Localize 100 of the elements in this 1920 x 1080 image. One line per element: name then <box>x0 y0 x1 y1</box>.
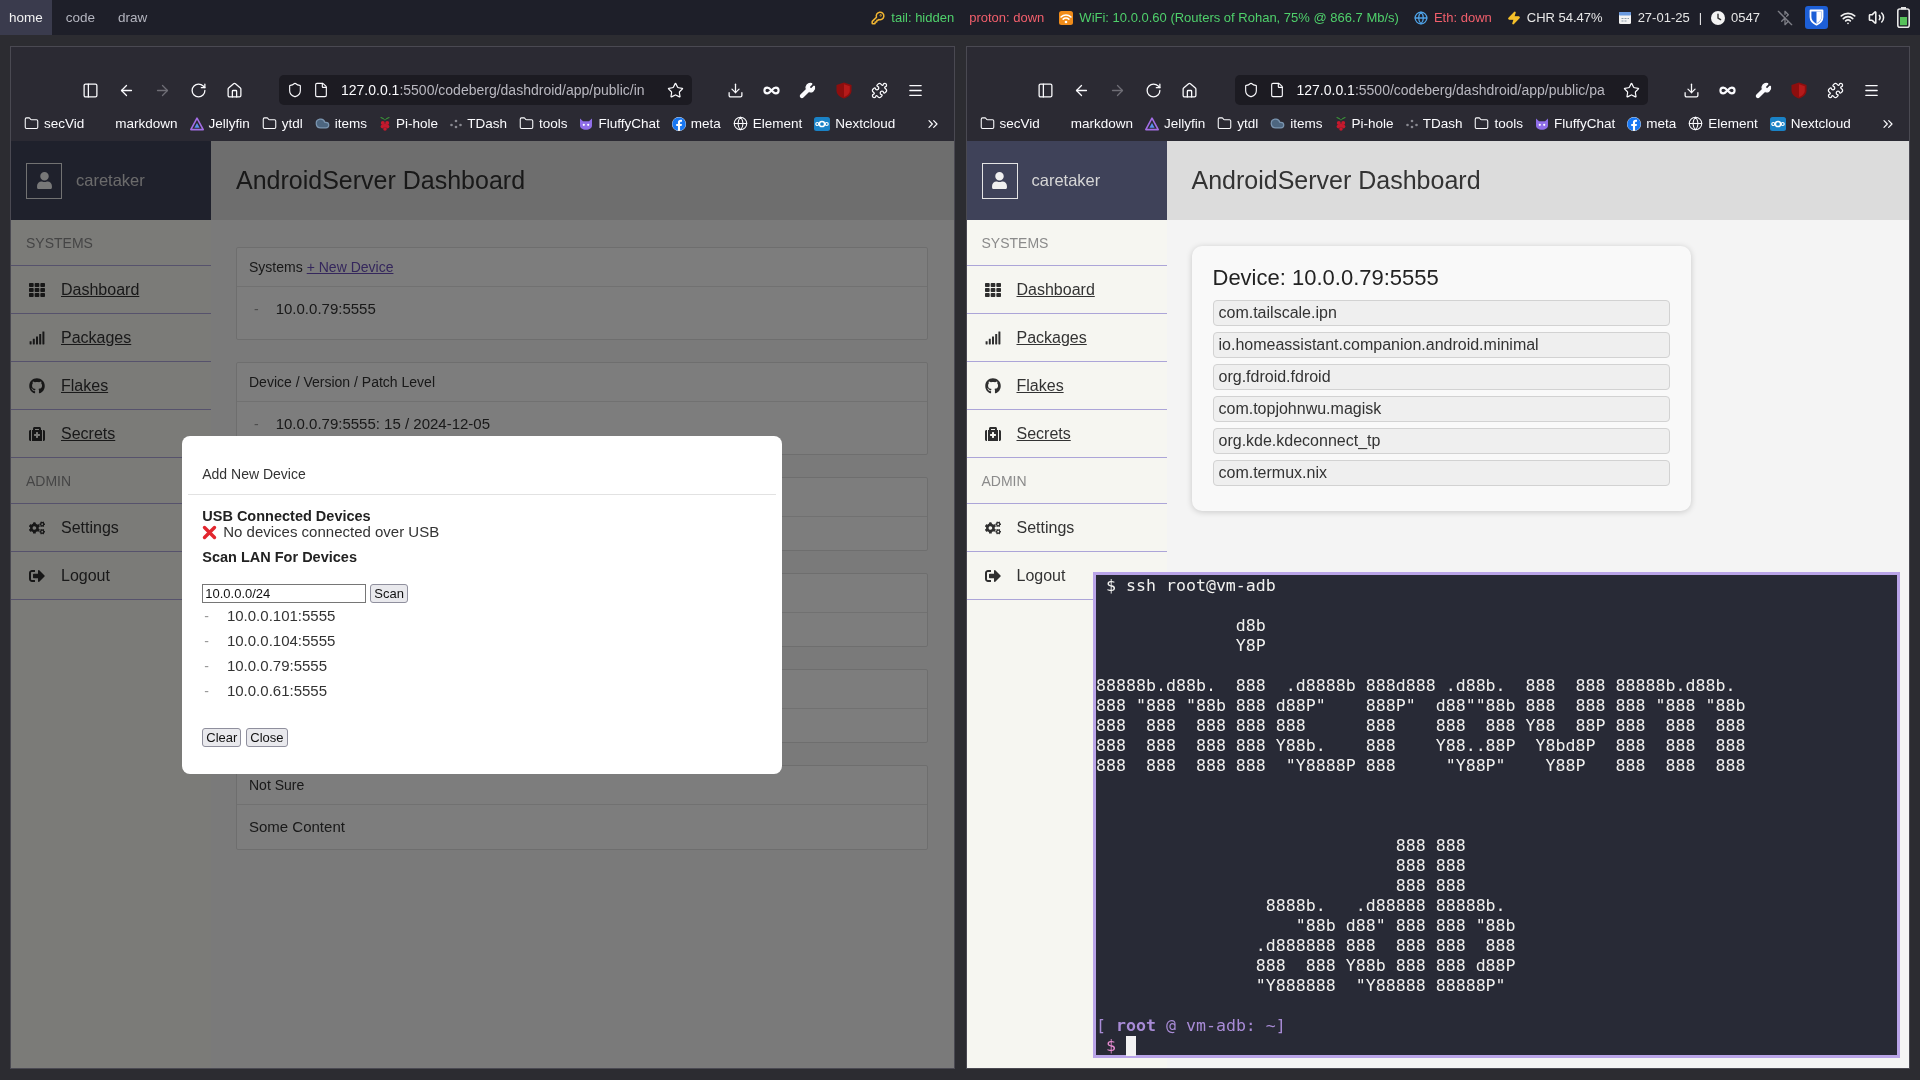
sidebar-link[interactable]: Flakes <box>983 376 1064 395</box>
sidebar-link[interactable]: Settings <box>28 518 119 537</box>
card-title: Not Sure <box>249 777 305 793</box>
ip-range-field[interactable]: 10.0.0.0/24 <box>202 584 367 603</box>
bookmark-link[interactable]: tools <box>1474 116 1523 131</box>
cross-mark-icon <box>202 524 218 540</box>
user-name: caretaker <box>76 171 145 190</box>
bookmark-link[interactable]: ytdl <box>261 116 303 131</box>
page-title: AndroidServer Dashboard <box>236 166 526 195</box>
list-bullet: - <box>204 607 209 624</box>
dots-icon <box>450 118 463 129</box>
signal-bars-icon <box>984 329 1001 346</box>
address-bar[interactable]: 127.0.0.1:5500/codeberg/dashdroid/app/public/in <box>279 75 692 105</box>
user-name: caretaker <box>1031 171 1101 190</box>
home-icon[interactable] <box>225 81 243 99</box>
sidebar-link[interactable]: Dashboard <box>28 280 140 299</box>
page-icon <box>1268 82 1285 98</box>
dialog-button[interactable]: Clear <box>202 728 242 747</box>
reload-icon[interactable] <box>189 81 207 99</box>
bookmark-link[interactable]: Nextcloud <box>814 116 896 131</box>
list-item-text: 10.0.0.79:5555 <box>275 299 376 319</box>
workspace-tab[interactable]: draw <box>109 0 157 35</box>
wrench-icon[interactable] <box>799 81 816 99</box>
bookmark-link[interactable]: markdown <box>96 116 178 131</box>
bookmark-link[interactable]: markdown <box>1051 116 1134 131</box>
bookmark-link[interactable]: meta <box>671 116 721 131</box>
rings-logo-icon <box>814 116 831 131</box>
facebook-icon <box>671 116 686 131</box>
bookmark-link[interactable]: secVid <box>24 116 85 131</box>
shield-icon <box>1242 82 1259 98</box>
list-bullet: - <box>204 632 209 649</box>
sidebar-link[interactable]: Dashboard <box>983 280 1095 299</box>
download-icon[interactable] <box>1682 81 1700 99</box>
status-text: 0547 <box>1731 10 1760 25</box>
key-icon <box>871 10 886 25</box>
ip-address-text: 10.0.0.104:5555 <box>226 632 336 649</box>
star-icon[interactable] <box>667 81 684 99</box>
list-item-text: 10.0.0.79:5555: 15 / 2024-12-05 <box>275 414 490 434</box>
sidebar-link[interactable]: Logout <box>983 566 1066 585</box>
folder-icon <box>261 116 277 131</box>
folder-icon <box>24 116 39 131</box>
workspace-tab[interactable]: code <box>56 0 105 35</box>
shield-badge-icon[interactable] <box>1805 6 1828 29</box>
sidebar-link[interactable]: Packages <box>983 328 1087 347</box>
bookmark-link[interactable]: Jellyfin <box>1145 116 1206 131</box>
url-text: 127.0.0.1:5500/codeberg/dashdroid/app/public/in <box>341 82 645 98</box>
sidebar-link[interactable]: Secrets <box>983 424 1071 443</box>
facebook-icon <box>1627 116 1642 131</box>
bookmark-link[interactable]: items <box>1270 116 1323 131</box>
wrench-icon[interactable] <box>1754 81 1772 99</box>
command-line: $ ssh root@vm-adb <box>1106 576 1276 596</box>
status-text: CHR 54.47% <box>1526 10 1603 25</box>
sidebar-link[interactable]: Secrets <box>28 424 116 443</box>
bookmark-link[interactable]: meta <box>1627 116 1677 131</box>
list-bullet: - <box>254 300 259 319</box>
reload-icon[interactable] <box>1145 81 1162 99</box>
package-item: io.homeassistant.companion.android.minimal <box>1212 332 1670 358</box>
bookmark-link[interactable]: FluffyChat <box>579 116 660 131</box>
address-bar[interactable]: 127.0.0.1:5500/codeberg/dashdroid/app/public/pa <box>1234 75 1648 105</box>
github-icon <box>29 377 45 394</box>
sidebar-link[interactable]: Settings <box>983 518 1075 537</box>
bookmark-link[interactable]: ytdl <box>1217 116 1259 131</box>
volume-icon[interactable] <box>1868 9 1885 26</box>
bookmark-link[interactable]: Pi-hole <box>379 116 439 131</box>
grid-icon <box>29 281 45 298</box>
sidebar-link[interactable]: Packages <box>28 328 132 347</box>
package-item: com.tailscale.ipn <box>1212 300 1670 326</box>
card-title: Device / Version / Patch Level <box>249 374 435 390</box>
device-title: Device: 10.0.0.79:5555 <box>1212 264 1439 292</box>
dialog-button[interactable]: Close <box>246 728 288 747</box>
workspace-tab[interactable]: home <box>0 0 52 35</box>
scan-button[interactable]: Scan <box>370 584 408 603</box>
bookmark-link[interactable]: FluffyChat <box>1534 116 1616 131</box>
bookmark-link[interactable]: Jellyfin <box>189 116 250 131</box>
bookmark-link[interactable]: Pi-hole <box>1334 116 1394 131</box>
bookmark-link[interactable]: Element <box>1688 116 1758 131</box>
sidebar-icon[interactable] <box>1037 81 1054 99</box>
download-icon[interactable] <box>727 81 744 99</box>
bookmark-link[interactable]: items <box>314 116 368 131</box>
puzzle-icon[interactable] <box>871 81 888 99</box>
bookmark-link[interactable]: TDash <box>450 116 507 131</box>
star-icon[interactable] <box>1622 81 1640 99</box>
bookmark-link[interactable]: Nextcloud <box>1769 116 1851 131</box>
ip-address-text: 10.0.0.101:5555 <box>226 607 336 624</box>
sidebar-icon[interactable] <box>81 81 99 99</box>
battery-icon[interactable] <box>1897 7 1910 28</box>
bookmark-link[interactable]: tools <box>518 116 568 131</box>
home-icon[interactable] <box>1181 81 1198 99</box>
sidebar-link[interactable]: Flakes <box>28 376 109 395</box>
bookmark-link[interactable]: secVid <box>979 116 1040 131</box>
signal-bars-icon <box>29 329 45 346</box>
user-avatar-icon <box>26 162 62 199</box>
bookmark-link[interactable]: Element <box>732 116 803 131</box>
sign-out-icon <box>984 567 1001 584</box>
sidebar-link[interactable]: Logout <box>28 566 110 585</box>
puzzle-icon[interactable] <box>1826 81 1844 99</box>
dots-icon <box>1405 118 1418 129</box>
bluetooth-off-icon[interactable] <box>1777 9 1793 26</box>
page-title: AndroidServer Dashboard <box>1191 166 1481 195</box>
bookmark-link[interactable]: TDash <box>1405 116 1463 131</box>
